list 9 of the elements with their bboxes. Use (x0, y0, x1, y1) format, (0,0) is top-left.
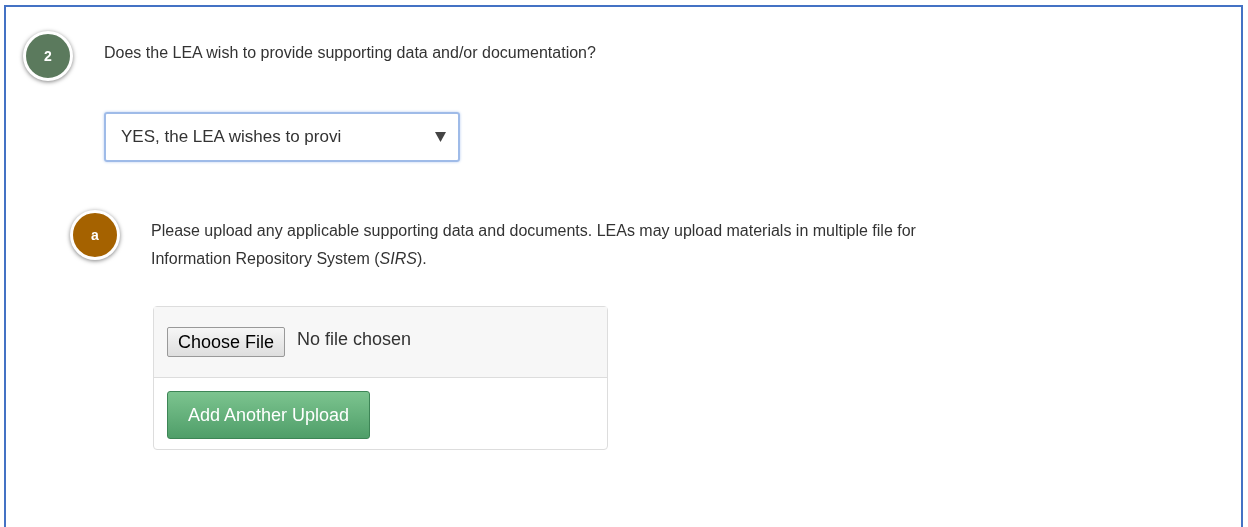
question-text: Does the LEA wish to provide supporting data and/or documentation? (104, 43, 596, 63)
caret-icon (435, 132, 446, 142)
answer-dropdown[interactable]: YES, the LEA wishes to provi (104, 112, 460, 162)
step-letter-badge: a (70, 210, 120, 260)
instruction-text: Information Repository System (SIRS). (151, 249, 428, 269)
step-number-badge: 2 (23, 31, 73, 81)
instruction-text: Please upload any applicable supporting data and documents. LEAs may upload materials in multiple file for (151, 221, 916, 241)
choose-file-button[interactable]: Choose File (167, 327, 286, 357)
file-status-text: No file chosen (297, 328, 412, 351)
